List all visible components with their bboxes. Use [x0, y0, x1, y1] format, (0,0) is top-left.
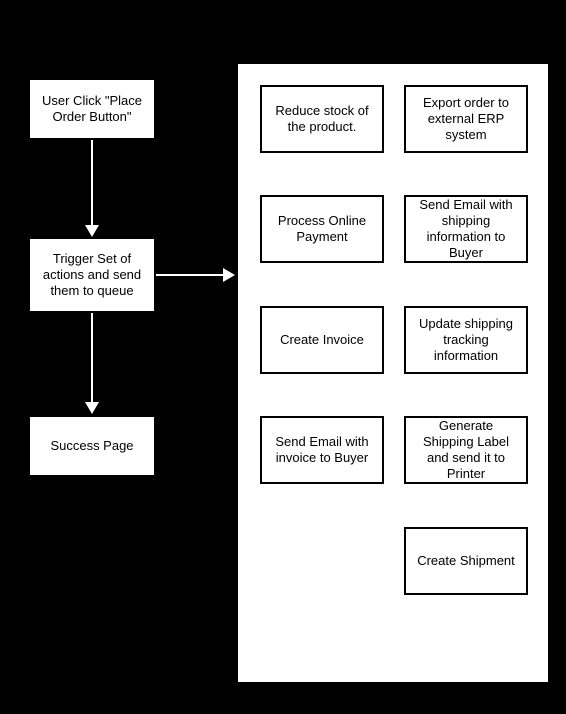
flow-step-trigger-actions: Trigger Set of actions and send them to … [28, 237, 156, 313]
action-update-tracking: Update shipping tracking information [404, 306, 528, 374]
action-email-shipping: Send Email with shipping information to … [404, 195, 528, 263]
action-export-erp: Export order to external ERP system [404, 85, 528, 153]
action-email-invoice: Send Email with invoice to Buyer [260, 416, 384, 484]
flow-step-success-page: Success Page [28, 415, 156, 477]
flow-step-place-order: User Click "Place Order Button" [28, 78, 156, 140]
arrow-down-1-icon [85, 140, 99, 237]
action-shipping-label: Generate Shipping Label and send it to P… [404, 416, 528, 484]
arrow-right-icon [156, 268, 236, 282]
action-create-shipment: Create Shipment [404, 527, 528, 595]
arrow-down-2-icon [85, 313, 99, 415]
action-reduce-stock: Reduce stock of the product. [260, 85, 384, 153]
action-process-payment: Process Online Payment [260, 195, 384, 263]
action-create-invoice: Create Invoice [260, 306, 384, 374]
